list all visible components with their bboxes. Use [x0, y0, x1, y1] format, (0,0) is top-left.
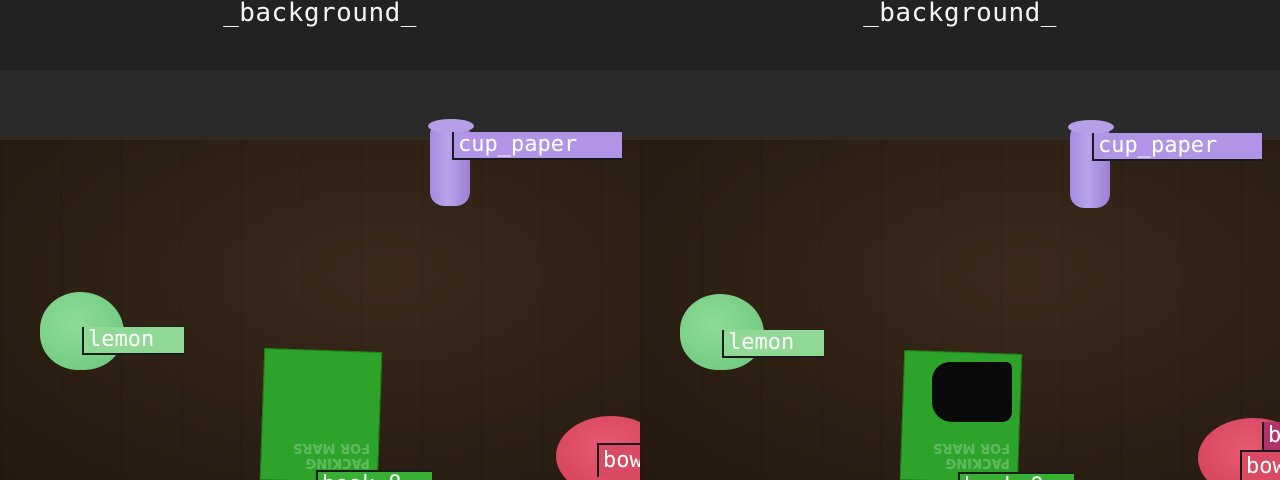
bowl-top-label: b [1262, 422, 1280, 450]
bowl-label: bow [1240, 450, 1280, 480]
book-label: book_8 [958, 472, 1074, 480]
background-label: _background_ [223, 0, 417, 28]
cup-rim [1068, 120, 1114, 134]
cup-rim [428, 119, 474, 133]
book-label: book_8 [316, 470, 432, 480]
left-segmentation-panel: _background_ cup_paper lemon PACKING FOR… [0, 0, 640, 480]
book-mask-hole [932, 362, 1012, 422]
book-cover-text: PACKING FOR MARS [293, 440, 370, 470]
right-segmentation-panel: _background_ cup_paper lemon PACKING FOR… [640, 0, 1280, 480]
lemon-label: lemon [722, 330, 824, 358]
cup-paper-label: cup_paper [1092, 133, 1262, 161]
book-cover-text: PACKING FOR MARS [933, 440, 1010, 470]
background-label: _background_ [863, 0, 1057, 28]
comparison-view: _background_ cup_paper lemon PACKING FOR… [0, 0, 1280, 480]
lemon-label: lemon [82, 327, 184, 355]
bowl-label: bow [597, 443, 640, 477]
cup-paper-label: cup_paper [452, 132, 622, 160]
